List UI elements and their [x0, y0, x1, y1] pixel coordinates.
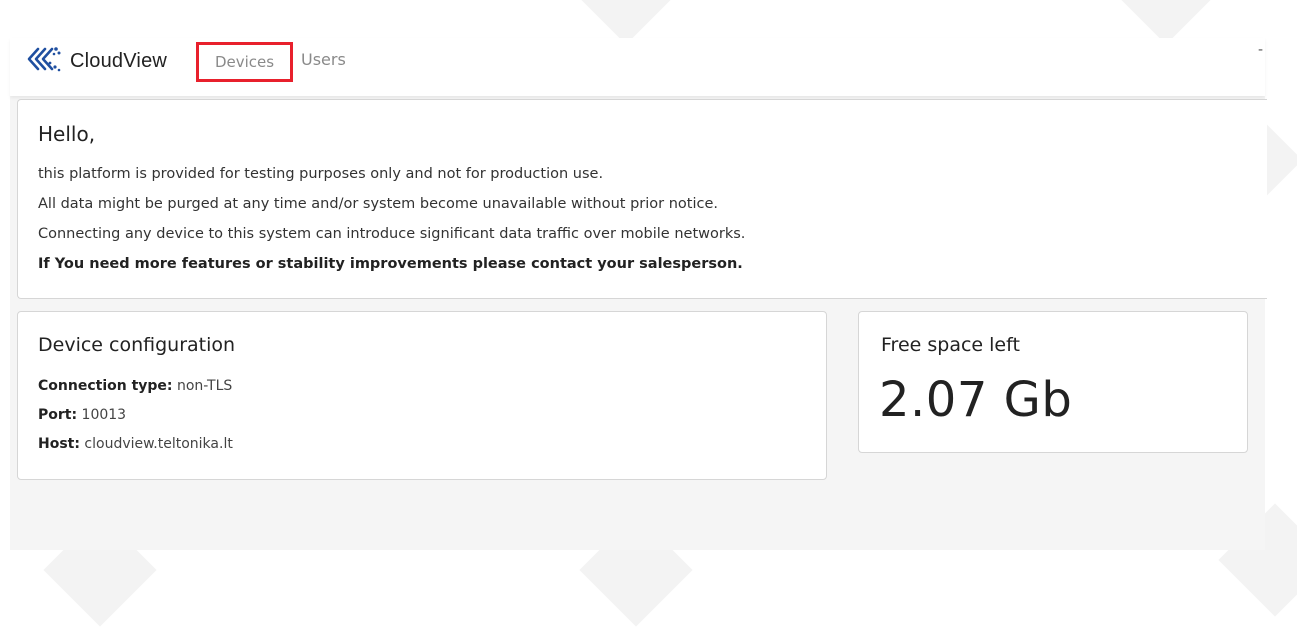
port-label: Port: [38, 407, 78, 423]
free-space-value: 2.07 Gb [879, 372, 1073, 428]
connection-type-value: non-TLS [176, 378, 233, 394]
brand-name: CloudView [70, 49, 168, 72]
hello-line: Connecting any device to this system can… [38, 226, 746, 242]
host-row: Host: cloudview.teltonika.lt [38, 436, 233, 452]
hello-card: Hello, this platform is provided for tes… [17, 99, 1267, 299]
hello-title: Hello, [38, 122, 96, 146]
navbar-right-text: - [1257, 42, 1263, 58]
hello-line: this platform is provided for testing pu… [38, 166, 604, 182]
brand[interactable]: CloudView [26, 46, 168, 76]
free-space-title: Free space left [881, 334, 1020, 356]
connection-type-label: Connection type: [38, 378, 173, 394]
nav-devices[interactable]: Devices [196, 42, 293, 82]
host-label: Host: [38, 436, 80, 452]
device-configuration-card: Device configuration Connection type: no… [17, 311, 827, 480]
device-configuration-title: Device configuration [38, 334, 236, 356]
free-space-card: Free space left 2.07 Gb [858, 311, 1248, 453]
cloudview-logo-icon [26, 46, 62, 76]
hello-line: All data might be purged at any time and… [38, 196, 719, 212]
connection-type-row: Connection type: non-TLS [38, 378, 232, 394]
port-row: Port: 10013 [38, 407, 126, 423]
hello-contact-line: If You need more features or stability i… [38, 256, 743, 272]
top-navbar: CloudView Devices Users - [10, 38, 1265, 96]
host-value: cloudview.teltonika.lt [84, 436, 233, 452]
port-value: 10013 [81, 407, 127, 423]
nav-users[interactable]: Users [301, 50, 346, 69]
